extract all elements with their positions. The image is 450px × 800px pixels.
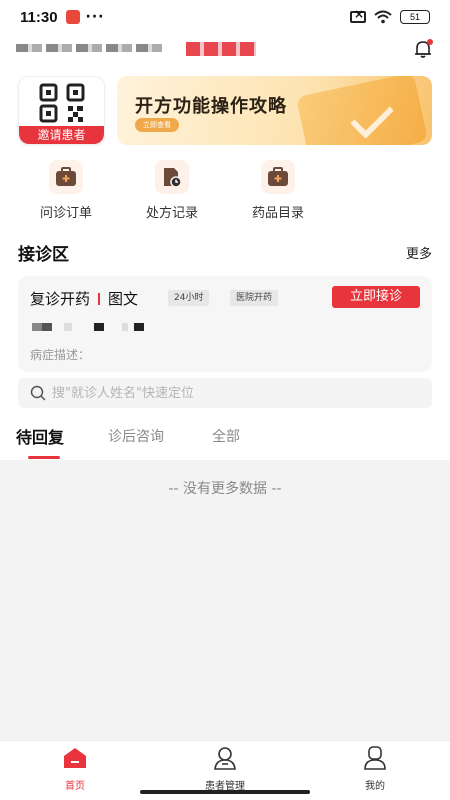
status-time: 11:30 (20, 8, 58, 26)
tag-24h: 24小时 (168, 290, 210, 306)
search-input[interactable] (52, 385, 412, 401)
more-notifications-indicator: ··· (85, 9, 105, 25)
nav-profile[interactable]: 我的 (330, 745, 420, 792)
status-bar: 11:30 ··· 51 (0, 0, 450, 34)
profile-icon (364, 746, 386, 770)
header (0, 38, 450, 62)
bell-icon[interactable] (412, 38, 434, 60)
consult-list: -- 没有更多数据 -- (0, 460, 450, 740)
qr-code-icon (39, 83, 85, 123)
quick-action-label: 处方记录 (145, 206, 198, 221)
consult-type: 复诊开药 (30, 290, 91, 308)
nav-label: 首页 (65, 781, 85, 792)
banner-view-button[interactable]: 立即查看 (135, 118, 179, 132)
masked-doctor-name (16, 44, 166, 52)
active-tab-indicator (28, 456, 60, 459)
patient-icon (214, 747, 236, 770)
nav-patient-management[interactable]: 患者管理 (180, 745, 270, 792)
patient-search-bar[interactable] (18, 378, 432, 408)
consult-mode: 图文 (108, 290, 139, 308)
app-notification-icon (65, 10, 80, 24)
tab-post-consult[interactable]: 诊后咨询 (108, 426, 164, 446)
section-title: 接诊区 (18, 245, 69, 265)
no-more-data-text: -- 没有更多数据 -- (168, 481, 282, 497)
search-icon (30, 385, 46, 401)
drug-catalog-icon (261, 160, 295, 194)
quick-action-prescriptions[interactable]: 处方记录 (127, 160, 217, 221)
tab-all[interactable]: 全部 (212, 426, 240, 446)
accept-consult-button[interactable]: 立即接诊 (332, 286, 420, 308)
prescription-record-icon (155, 160, 189, 194)
consult-title: 复诊开药 图文 (30, 288, 138, 309)
consult-order-icon (49, 160, 83, 194)
symptom-label: 病症描述： (30, 348, 91, 362)
quick-action-consult-orders[interactable]: 问诊订单 (21, 160, 111, 221)
masked-patient-info (32, 323, 144, 331)
more-link[interactable]: 更多 (406, 243, 432, 262)
guide-banner[interactable]: 开方功能操作攻略 立即查看 (117, 76, 432, 145)
masked-red-text (186, 42, 256, 56)
banner-title: 开方功能操作攻略 (135, 96, 287, 117)
consult-tabs: 待回复 诊后咨询 全部 (0, 422, 450, 460)
sim-off-icon (350, 7, 366, 23)
quick-actions: 问诊订单 处方记录 药品目录 (0, 160, 450, 221)
wifi-icon (374, 10, 392, 24)
nav-label: 我的 (365, 781, 385, 792)
home-icon (64, 748, 86, 768)
consult-card[interactable]: 复诊开药 图文 24小时 医院开药 立即接诊 病症描述： (18, 276, 432, 372)
battery-icon: 51 (400, 10, 430, 24)
tag-hospital-prescribe: 医院开药 (230, 290, 279, 306)
quick-action-label: 药品目录 (251, 206, 304, 221)
quick-action-label: 问诊订单 (39, 206, 92, 221)
quick-action-drug-catalog[interactable]: 药品目录 (233, 160, 323, 221)
title-separator (98, 292, 101, 305)
reception-section-header: 接诊区 更多 (18, 240, 432, 265)
invite-patient-label: 邀请患者 (19, 126, 104, 144)
invite-patient-card[interactable]: 邀请患者 (18, 76, 105, 145)
nav-home[interactable]: 首页 (30, 745, 120, 792)
tab-pending-reply[interactable]: 待回复 (16, 424, 64, 448)
home-indicator[interactable] (140, 790, 310, 794)
